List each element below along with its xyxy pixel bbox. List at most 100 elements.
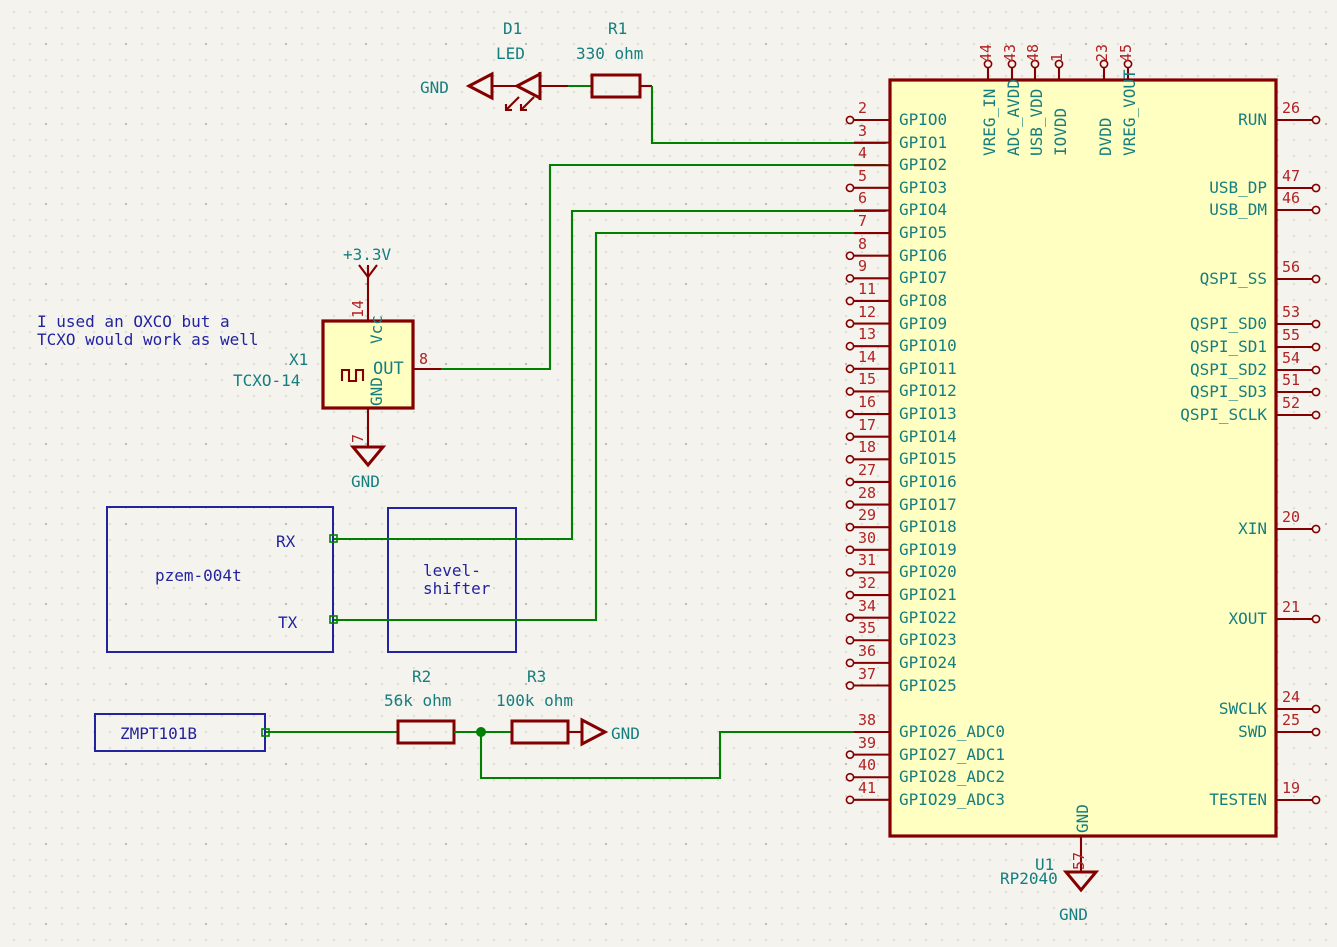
pin-endpoint-circle (845, 635, 855, 645)
mcu-left-pin-label-GPIO27_ADC1: GPIO27_ADC1 (899, 744, 1005, 764)
note-text-line2: TCXO would work as well (37, 330, 259, 349)
mcu-top-pin-label-VREG_VOUT: VREG_VOUT (1120, 69, 1139, 156)
mcu-left-pin-label-GPIO7: GPIO7 (899, 268, 948, 288)
pin-endpoint-circle (1311, 704, 1321, 714)
mcu-left-pin-label-GPIO16: GPIO16 (899, 471, 957, 491)
mcu-top-pin-number-VREG_IN: 44 (977, 43, 995, 62)
tcxo-reference-x1: X1 (289, 350, 309, 369)
mcu-right-pin-number-QSPI_SD3: 51 (1282, 371, 1301, 389)
r2-reference: R2 (412, 667, 432, 686)
mcu-left-pin-label-GPIO19: GPIO19 (899, 539, 957, 559)
mcu-right-pin-number-SWCLK: 24 (1282, 688, 1301, 706)
resistor-symbol-r2[interactable] (396, 719, 456, 745)
mcu-right-pin-number-USB_DM: 46 (1282, 189, 1301, 207)
mcu-left-pin-label-GPIO1: GPIO1 (899, 132, 948, 152)
mcu-left-pin-label-GPIO12: GPIO12 (899, 381, 957, 401)
pin-endpoint-circle (1311, 524, 1321, 534)
pin-endpoint-circle (845, 590, 855, 600)
pin-endpoint-circle (845, 658, 855, 668)
mcu-left-pin-label-GPIO5: GPIO5 (899, 223, 948, 243)
mcu-right-pin-number-QSPI_SS: 56 (1282, 258, 1301, 276)
mcu-right-pin-label-RUN: RUN (1238, 110, 1267, 129)
pin-endpoint-circle (845, 681, 855, 690)
pin-endpoint-circle (845, 795, 855, 805)
mcu-left-pin-label-GPIO21: GPIO21 (899, 585, 957, 605)
mcu-left-pin-label-GPIO22: GPIO22 (899, 607, 957, 627)
r3-reference: R3 (527, 667, 547, 686)
mcu-right-pin-number-QSPI_SD1: 55 (1282, 326, 1301, 344)
mcu-left-pin-label-GPIO20: GPIO20 (899, 562, 957, 582)
pin-endpoint-circle (845, 772, 855, 782)
mcu-left-pin-number-GPIO22: 34 (858, 596, 877, 615)
mcu-left-pin-number-GPIO19: 30 (858, 528, 877, 547)
mcu-left-pin-label-GPIO0: GPIO0 (899, 110, 948, 129)
mcu-left-pin-label-GPIO9: GPIO9 (899, 313, 948, 333)
r3-value: 100k ohm (496, 691, 574, 710)
pin-endpoint-circle (845, 115, 855, 125)
mcu-left-pin-number-GPIO15: 18 (858, 438, 877, 457)
mcu-right-pin-label-QSPI_SCLK: QSPI_SCLK (1180, 405, 1267, 424)
mcu-left-pin-number-GPIO25: 37 (858, 664, 877, 683)
mcu-right-pin-label-QSPI_SD1: QSPI_SD1 (1189, 337, 1267, 356)
mcu-left-pin-label-GPIO2: GPIO2 (899, 155, 948, 175)
tcxo-pin-number-out: 8 (419, 350, 429, 368)
resistor-symbol-r1[interactable] (568, 73, 652, 99)
mcu-right-pin-label-USB_DM: USB_DM (1209, 200, 1267, 219)
tcxo-pin-number-gnd: 7 (349, 433, 367, 443)
pin-endpoint-circle (1311, 205, 1321, 215)
mcu-left-pin-number-GPIO23: 35 (858, 619, 877, 638)
mcu-left-pin-number-GPIO29_ADC3: 41 (858, 778, 877, 797)
power-label-3v3: +3.3V (343, 245, 392, 264)
mcu-left-pin-label-GPIO8: GPIO8 (899, 290, 948, 310)
zmpt-block-label: ZMPT101B (120, 724, 198, 743)
mcu-left-pin-number-GPIO13: 16 (858, 393, 877, 412)
pin-endpoint-circle (1311, 365, 1321, 375)
mcu-top-pin-label-ADC_AVDD: ADC_AVDD (1004, 78, 1023, 156)
mcu-left-pin-number-GPIO3: 5 (858, 166, 868, 185)
pin-endpoint-circle (1311, 342, 1321, 352)
level-shifter-label-line2: shifter (423, 579, 491, 598)
pin-endpoint-circle (845, 522, 855, 532)
mcu-left-pin-label-GPIO26_ADC0: GPIO26_ADC0 (899, 722, 1005, 741)
mcu-left-pin-number-GPIO26_ADC0: 38 (858, 711, 877, 729)
mcu-right-pin-number-QSPI_SD0: 53 (1282, 303, 1301, 321)
mcu-left-pin-number-GPIO2: 4 (858, 144, 868, 163)
wire-divider-adc0 (479, 730, 886, 780)
gnd-symbol-mcu (1062, 870, 1100, 893)
mcu-left-pin-number-GPIO17: 28 (858, 483, 877, 502)
mcu-left-pin-number-GPIO9: 12 (858, 302, 877, 321)
resistor-symbol-r3[interactable] (510, 719, 570, 745)
pin-endpoint-circle (1311, 319, 1321, 329)
mcu-left-pin-label-GPIO24: GPIO24 (899, 652, 957, 672)
mcu-left-pin-label-GPIO6: GPIO6 (899, 245, 948, 265)
pin-endpoint-circle (845, 364, 855, 374)
mcu-left-pin-number-GPIO20: 31 (858, 551, 877, 570)
pin-endpoint-circle (845, 454, 855, 464)
gnd-net-label-r3: GND (611, 724, 640, 743)
r1-reference: R1 (608, 19, 628, 38)
level-shifter-label-line1: level- (423, 561, 481, 580)
mcu-left-pin-number-GPIO18: 29 (858, 506, 877, 525)
mcu-left-pin-number-GPIO21: 32 (858, 574, 877, 593)
mcu-right-pin-label-XIN: XIN (1238, 519, 1267, 538)
mcu-gnd-pin-number: 57 (1070, 851, 1088, 870)
pin-endpoint-circle (845, 341, 855, 351)
pin-endpoint-circle (1311, 274, 1321, 284)
schematic-canvas[interactable]: 2 GPIO0 3 GPIO1 4 GPIO2 5 GPIO3 6 GPIO4 7 GPIO5 8 GPI… (0, 0, 1337, 947)
mcu-right-pin-number-USB_DP: 47 (1282, 167, 1301, 185)
mcu-left-pin-number-GPIO14: 17 (858, 415, 877, 434)
pin-endpoint-circle (845, 568, 855, 577)
tcxo-value: TCXO-14 (233, 371, 301, 390)
pin-endpoint-circle (1311, 614, 1321, 624)
mcu-top-pin-number-ADC_AVDD: 43 (1001, 43, 1019, 62)
pin-endpoint-circle (845, 183, 855, 193)
mcu-top-pin-label-IOVDD: IOVDD (1051, 107, 1070, 156)
pin-endpoint-circle (1311, 410, 1321, 420)
note-text-line1: I used an OXCO but a (37, 312, 230, 331)
mcu-left-pin-number-GPIO10: 13 (858, 325, 877, 344)
mcu-left-pin-number-GPIO7: 9 (858, 257, 868, 276)
mcu-left-pin-number-GPIO1: 3 (858, 121, 868, 140)
led-symbol-d1[interactable] (465, 71, 568, 112)
mcu-left-pin-label-GPIO11: GPIO11 (899, 358, 957, 378)
mcu-right-pin-number-QSPI_SCLK: 52 (1282, 394, 1301, 412)
